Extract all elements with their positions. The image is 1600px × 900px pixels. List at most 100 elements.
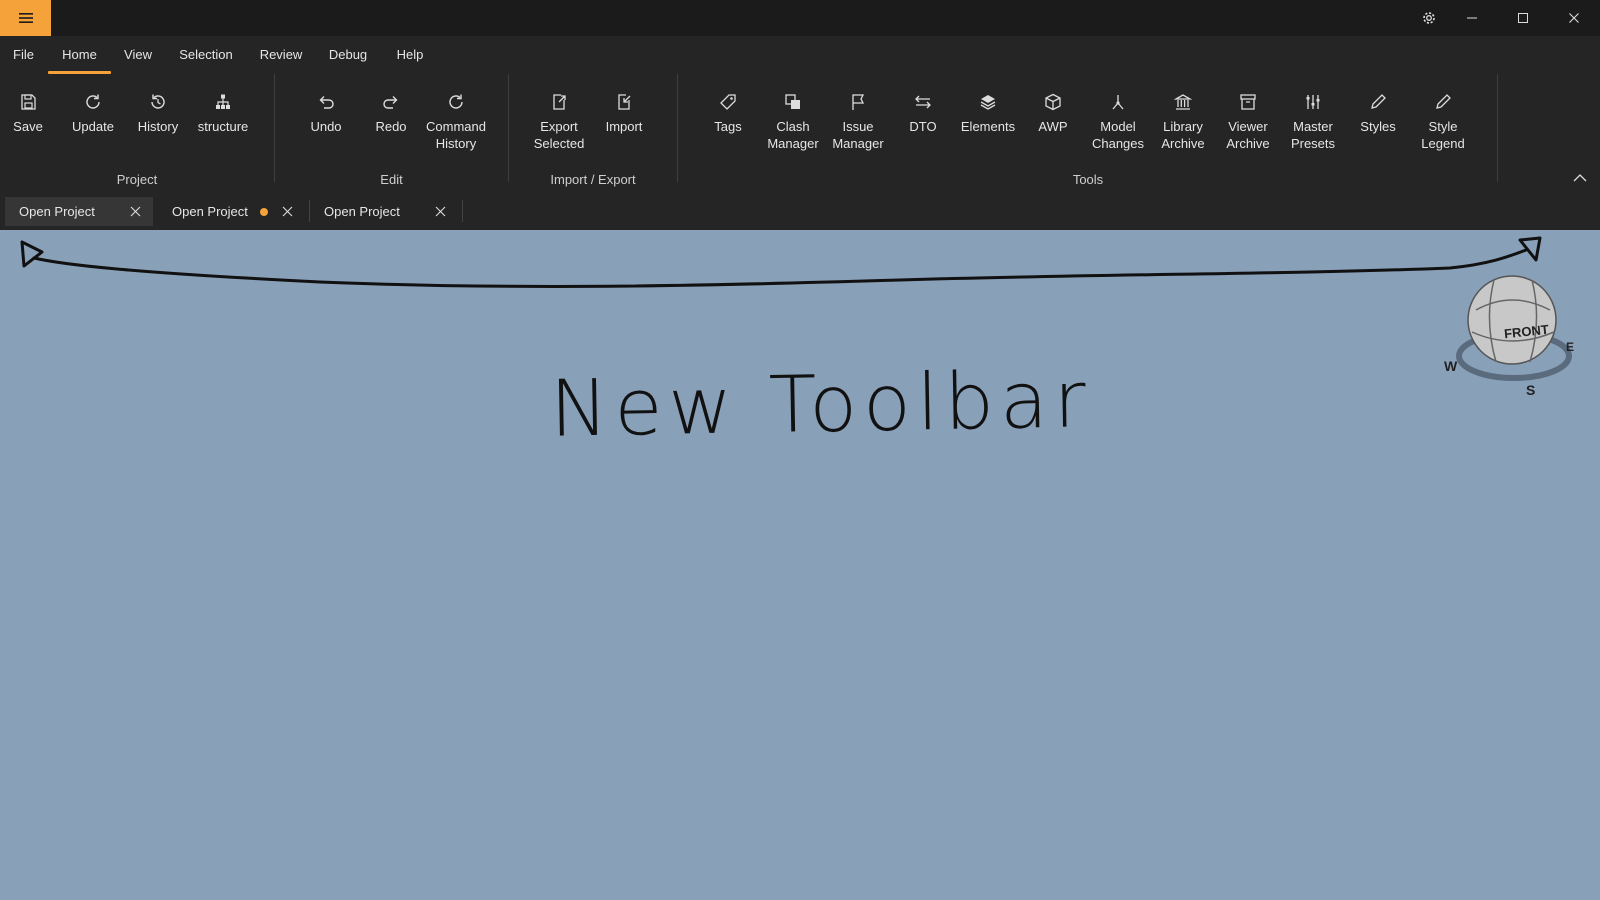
close-icon [435, 206, 445, 217]
view-cube[interactable]: FRONT W S E [1440, 270, 1580, 400]
redo-icon [381, 92, 401, 112]
history-label: History [137, 119, 179, 134]
group-label-edit: Edit [380, 172, 403, 187]
viewer-archive-button[interactable]: Viewer Archive [1216, 92, 1280, 182]
update-label: Update [72, 119, 114, 134]
save-button[interactable]: Save [0, 92, 60, 182]
undo-label: Undo [310, 119, 342, 134]
annotation-handwriting: New Toolbar [549, 355, 1093, 455]
redo-label: Redo [375, 119, 407, 134]
flag-icon [848, 92, 868, 112]
menu-home[interactable]: Home [48, 36, 111, 74]
redo-button[interactable]: Redo [359, 92, 423, 182]
menu-help[interactable]: Help [392, 36, 428, 74]
close-icon [1568, 13, 1579, 23]
archive-icon [1238, 92, 1258, 112]
style-legend-label: Style Legend [1421, 119, 1465, 151]
save-icon [18, 92, 38, 112]
menu-view[interactable]: View [120, 36, 156, 74]
awp-button[interactable]: AWP [1021, 92, 1085, 182]
document-tab[interactable]: Open Project [158, 197, 306, 226]
minimize-button[interactable] [1446, 0, 1497, 36]
tab-label: Open Project [324, 204, 400, 219]
pencil-icon [1433, 92, 1453, 112]
close-window-button[interactable] [1548, 0, 1599, 36]
ribbon: Save Update History structure Project Un… [0, 74, 1600, 195]
collapse-ribbon-button[interactable] [1570, 170, 1590, 186]
undo-button[interactable]: Undo [294, 92, 358, 182]
close-icon [130, 206, 140, 217]
document-tab-bar: Open Project Open Project Open Project [0, 194, 1600, 230]
tag-icon [718, 92, 738, 112]
history-button[interactable]: History [126, 92, 190, 182]
update-button[interactable]: Update [61, 92, 125, 182]
structure-label: structure [197, 119, 249, 134]
tab-label: Open Project [172, 204, 248, 219]
elements-label: Elements [960, 119, 1016, 134]
tab-close-button[interactable] [432, 204, 448, 220]
group-label-project: Project [116, 172, 158, 187]
menu-icon [18, 13, 33, 23]
export-selected-button[interactable]: Export Selected [527, 92, 591, 182]
app-menu-button[interactable] [0, 0, 51, 36]
document-tab[interactable]: Open Project [5, 197, 153, 226]
ribbon-separator [508, 74, 509, 182]
export-selected-label: Export Selected [533, 119, 585, 151]
dto-button[interactable]: DTO [891, 92, 955, 182]
cube-icon [1043, 92, 1063, 112]
save-label: Save [13, 119, 43, 134]
tab-close-button[interactable] [127, 204, 143, 220]
annotation-arrow [20, 236, 1542, 288]
ribbon-separator [1497, 74, 1498, 182]
branch-icon [1108, 92, 1128, 112]
tab-close-button[interactable] [279, 204, 295, 220]
sliders-icon [1303, 92, 1323, 112]
swap-icon [913, 92, 933, 112]
master-presets-label: Master Presets [1290, 119, 1336, 151]
document-tab[interactable]: Open Project [310, 197, 458, 226]
minimize-icon [1466, 17, 1477, 19]
model-changes-button[interactable]: Model Changes [1086, 92, 1150, 182]
menu-review[interactable]: Review [258, 36, 304, 74]
issue-manager-label: Issue Manager [832, 119, 884, 151]
clash-manager-button[interactable]: Clash Manager [761, 92, 825, 182]
menu-selection[interactable]: Selection [175, 36, 237, 74]
menu-debug[interactable]: Debug [324, 36, 372, 74]
clash-manager-label: Clash Manager [767, 119, 819, 151]
undo-icon [316, 92, 336, 112]
bank-icon [1173, 92, 1193, 112]
master-presets-button[interactable]: Master Presets [1281, 92, 1345, 182]
unsaved-indicator [260, 207, 268, 216]
title-bar [0, 0, 1600, 36]
import-label: Import [605, 119, 643, 134]
export-icon [549, 92, 569, 112]
tab-label: Open Project [19, 204, 95, 219]
ribbon-separator [274, 74, 275, 182]
command-history-label: Command History [426, 119, 486, 151]
style-legend-button[interactable]: Style Legend [1411, 92, 1475, 182]
clash-icon [783, 92, 803, 112]
3d-viewport[interactable]: New Toolbar FRONT W S E [0, 230, 1600, 900]
ribbon-separator [677, 74, 678, 182]
issue-manager-button[interactable]: Issue Manager [826, 92, 890, 182]
import-icon [614, 92, 634, 112]
maximize-icon [1517, 13, 1528, 23]
chevron-up-icon [1573, 174, 1587, 182]
command-history-button[interactable]: Command History [424, 92, 488, 182]
compass-s: S [1526, 382, 1536, 398]
close-icon [282, 206, 292, 217]
elements-button[interactable]: Elements [956, 92, 1020, 182]
menu-file[interactable]: File [10, 36, 37, 74]
history-icon [148, 92, 168, 112]
refresh-icon [83, 92, 103, 112]
structure-button[interactable]: structure [191, 92, 255, 182]
refresh-icon [446, 92, 466, 112]
compass-w: W [1444, 358, 1458, 374]
tags-button[interactable]: Tags [696, 92, 760, 182]
maximize-button[interactable] [1497, 0, 1548, 36]
library-archive-button[interactable]: Library Archive [1151, 92, 1215, 182]
layers-icon [978, 92, 998, 112]
group-label-import-export: Import / Export [550, 172, 636, 187]
import-button[interactable]: Import [592, 92, 656, 182]
styles-button[interactable]: Styles [1346, 92, 1410, 182]
